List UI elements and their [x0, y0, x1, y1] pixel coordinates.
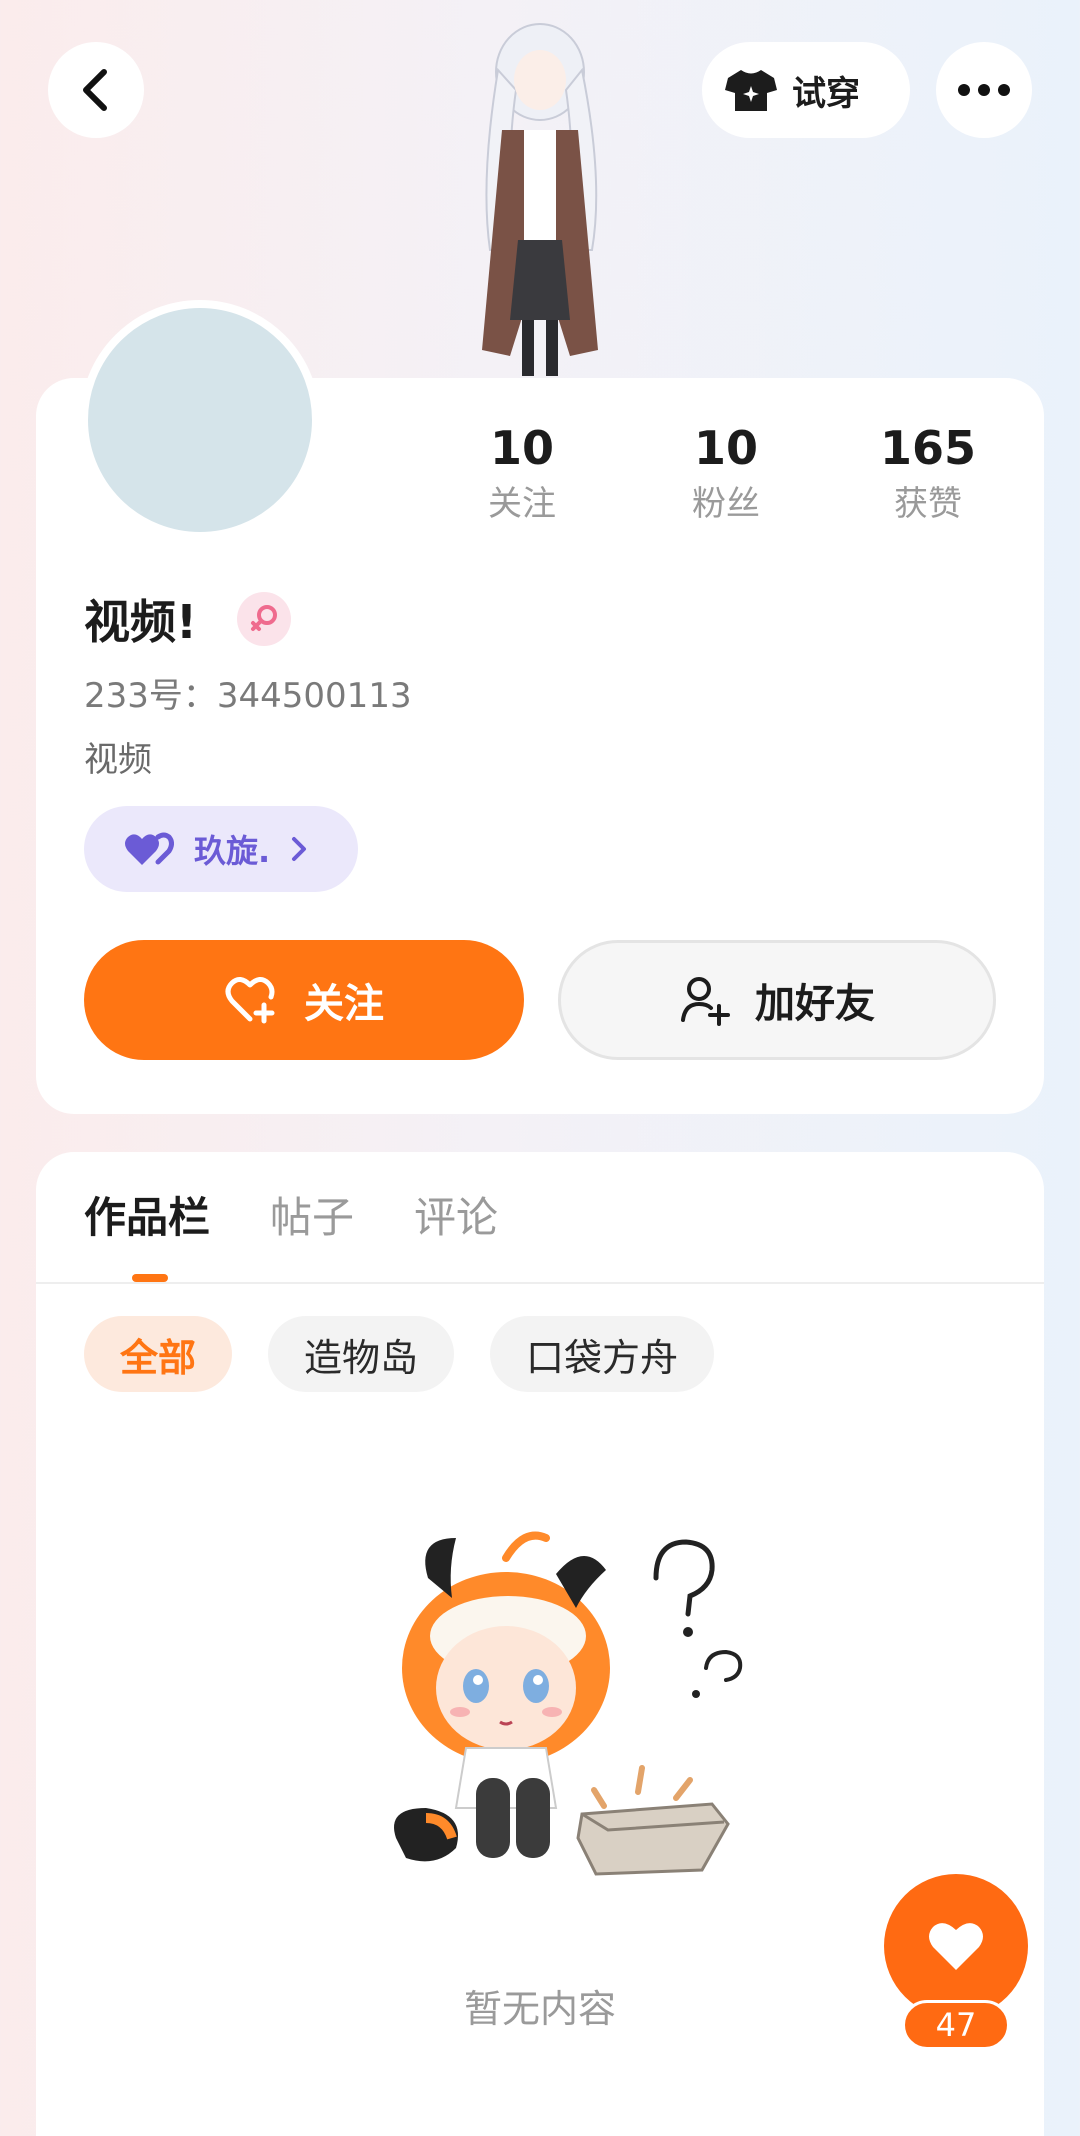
empty-state-illustration [356, 1518, 776, 1898]
chevron-right-icon [292, 837, 307, 861]
tab-comments[interactable]: 评论 [414, 1188, 498, 1248]
follow-button-label: 关注 [304, 981, 384, 1027]
like-count-badge: 47 [902, 2000, 1010, 2050]
username: 视频! [84, 595, 197, 649]
heart-plus-icon [225, 977, 275, 1024]
double-heart-icon [125, 832, 174, 865]
filter-chips: 全部 造物岛 口袋方舟 [84, 1316, 715, 1392]
profile-card: 10 关注 10 粉丝 165 获赞 视频! 233号：344500113 视频… [36, 300, 1044, 1114]
stat-likes-value: 165 [879, 421, 977, 475]
user-id: 233号：344500113 [84, 676, 412, 716]
tab-works[interactable]: 作品栏 [84, 1188, 210, 1248]
tab-divider [36, 1282, 1044, 1284]
tab-indicator [132, 1274, 168, 1282]
shirt-sparkle-icon [725, 70, 777, 111]
add-friend-button[interactable]: 加好友 [558, 940, 996, 1060]
follow-button[interactable]: 关注 [84, 940, 524, 1060]
chip-pocket-ark[interactable]: 口袋方舟 [490, 1316, 715, 1392]
signature: 视频 [84, 740, 152, 780]
stat-followers[interactable]: 10 粉丝 [646, 420, 806, 528]
female-icon [236, 592, 291, 646]
add-friend-label: 加好友 [755, 981, 875, 1027]
add-user-icon [681, 977, 730, 1026]
more-dots-icon [958, 84, 1010, 96]
works-card: 作品栏 帖子 评论 全部 造物岛 口袋方舟 暂无内容 [36, 1152, 1044, 2136]
avatar[interactable] [80, 300, 320, 540]
character-avatar-3d [420, 20, 660, 380]
stat-following-value: 10 [489, 421, 554, 475]
stat-likes[interactable]: 165 获赞 [848, 420, 1008, 528]
relationship-tag[interactable]: 玖旋. [84, 806, 358, 892]
stat-followers-label: 粉丝 [692, 484, 760, 524]
name-row: 视频! [84, 586, 291, 652]
stat-following-label: 关注 [488, 484, 556, 524]
tab-bar: 作品栏 帖子 评论 [84, 1188, 498, 1248]
like-fab[interactable] [884, 1874, 1028, 2018]
stat-followers-value: 10 [693, 421, 758, 475]
stat-likes-label: 获赞 [894, 484, 962, 524]
heart-icon [929, 1923, 983, 1970]
stat-following[interactable]: 10 关注 [442, 420, 602, 528]
chip-all[interactable]: 全部 [84, 1316, 233, 1392]
empty-state-text: 暂无内容 [463, 1987, 616, 2031]
chevron-left-icon [83, 69, 107, 111]
relationship-tag-label: 玖旋. [194, 832, 271, 870]
tab-posts[interactable]: 帖子 [270, 1188, 354, 1248]
chip-creation-island[interactable]: 造物岛 [268, 1316, 455, 1392]
try-on-button[interactable]: 试穿 [702, 42, 910, 138]
more-button[interactable] [936, 42, 1032, 138]
try-on-label: 试穿 [792, 73, 860, 114]
back-button[interactable] [48, 42, 144, 138]
